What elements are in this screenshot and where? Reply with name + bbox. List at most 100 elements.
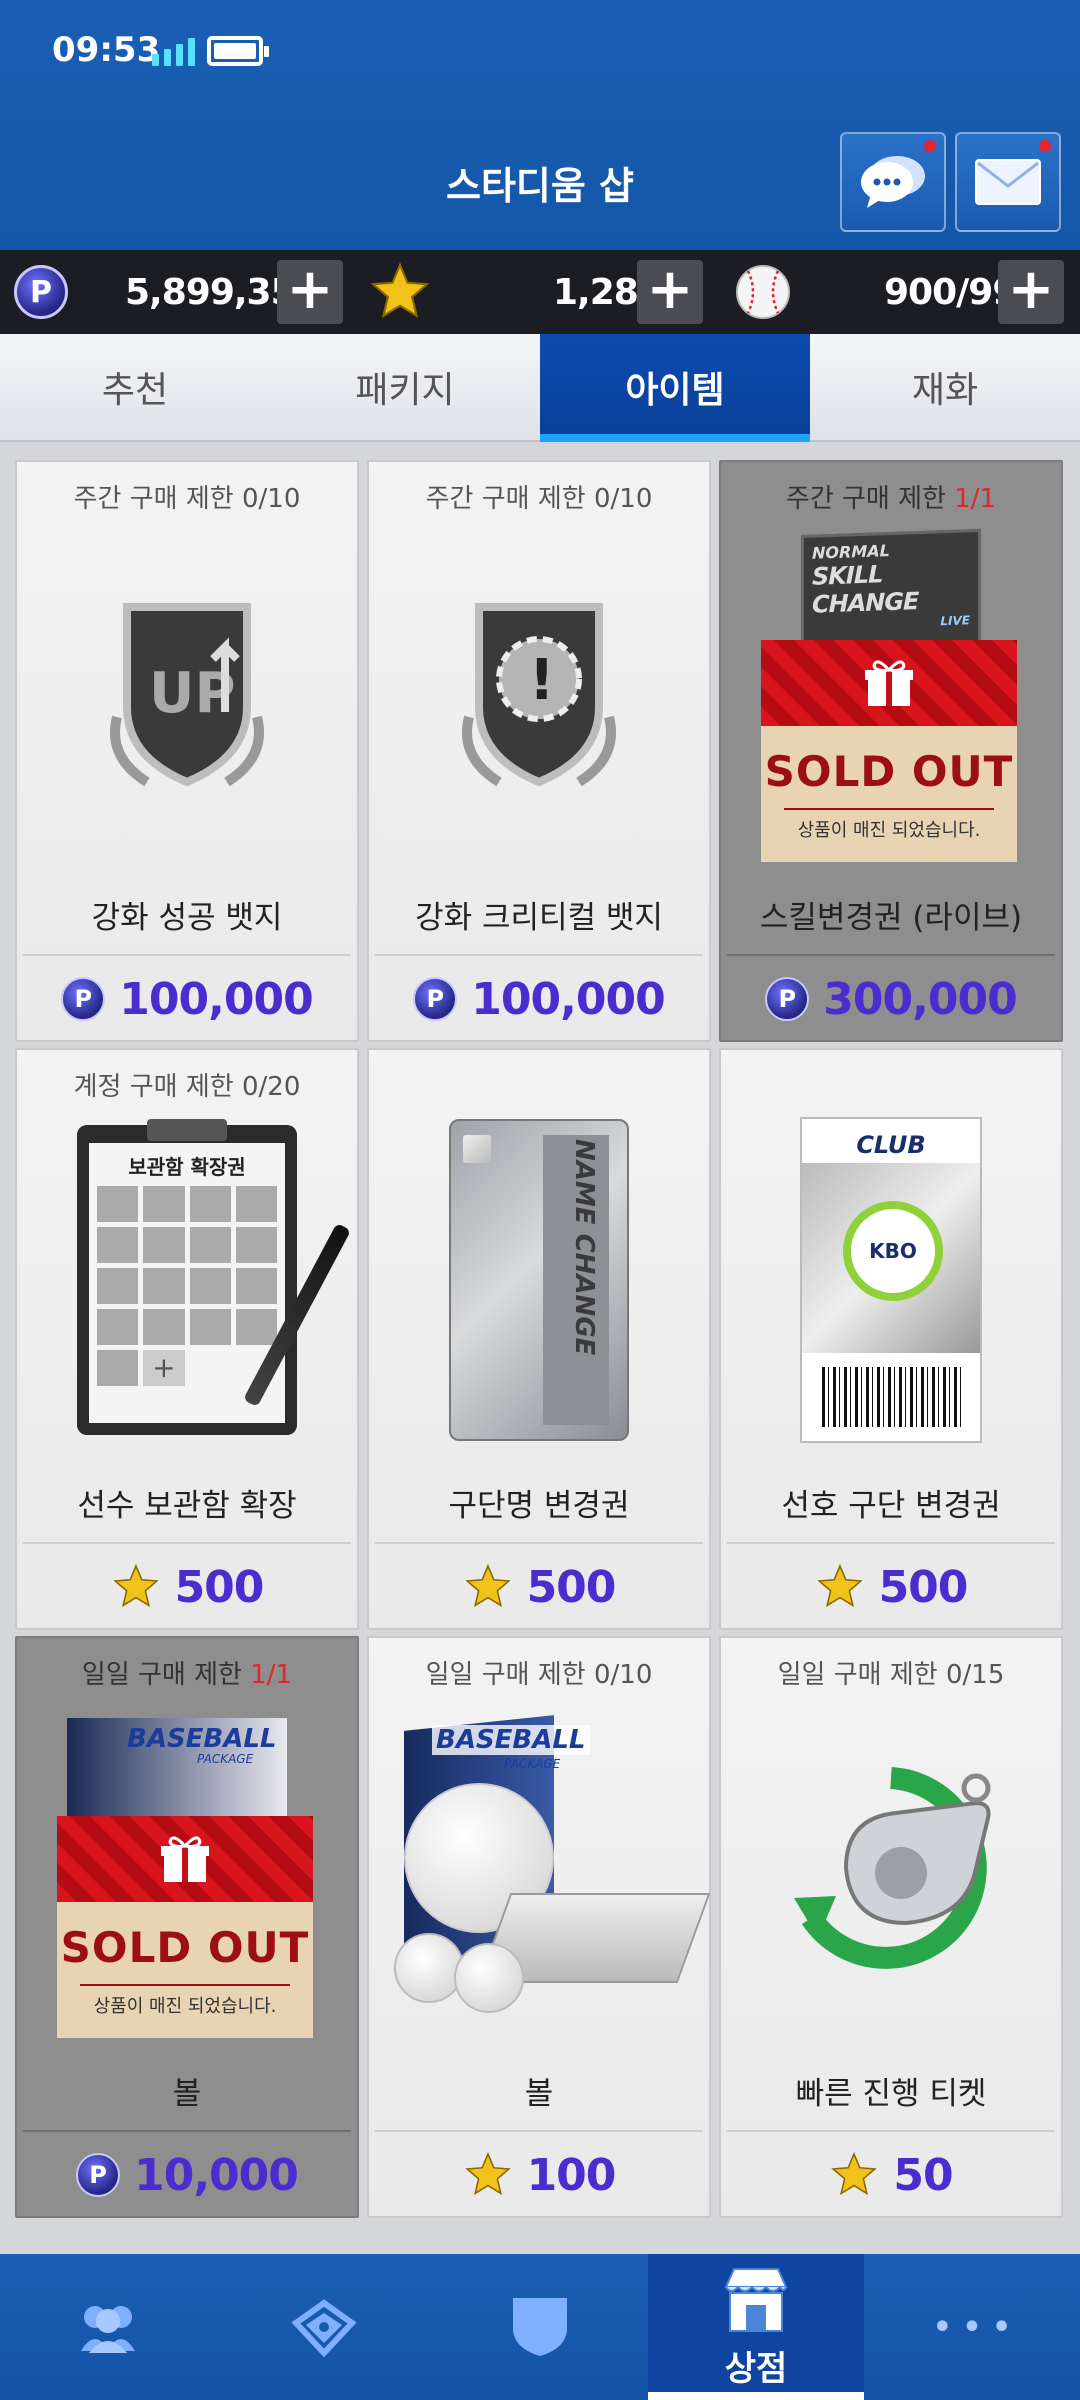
star-icon (370, 262, 430, 318)
item-name: 볼 (524, 2076, 554, 2112)
tab-package[interactable]: 패키지 (270, 334, 540, 440)
item-price: 500 (878, 1561, 969, 1613)
status-time: 09:53 (52, 30, 161, 70)
sold-out-title: SOLD OUT (60, 1922, 310, 1972)
stadium-icon (291, 2299, 357, 2357)
buy-button[interactable]: 500 (17, 1550, 357, 1624)
item-price: 100,000 (471, 973, 665, 1025)
purchase-limit: 주간 구매 제한 0/10 (73, 484, 301, 514)
item-image: BASEBALL PACKAGE (369, 1698, 711, 2038)
item-card-ball-points[interactable]: 일일 구매 제한 1/1 BASEBALL PACKAGE SOLD OUT 상… (15, 1636, 359, 2218)
shield-icon (513, 2298, 567, 2356)
buy-button[interactable]: P 100,000 (17, 962, 357, 1036)
star-icon (816, 1563, 863, 1608)
item-name: 선호 구단 변경권 (781, 1488, 1001, 1524)
more-icon: • • • (932, 2309, 1012, 2345)
item-card-club-change[interactable]: CLUB CHANGE KBO 선호 구단 변경권 500 (719, 1048, 1063, 1630)
nav-club[interactable] (432, 2254, 648, 2400)
notification-dot (924, 140, 936, 152)
top-bar: 09:53 스타디움 샵 (0, 0, 1080, 250)
shop-icon (724, 2267, 788, 2332)
svg-text:!: ! (529, 648, 555, 713)
gift-icon (865, 660, 913, 706)
sold-out-title: SOLD OUT (764, 746, 1014, 796)
item-name: 빠른 진행 티켓 (795, 2076, 987, 2112)
item-price: 500 (174, 1561, 265, 1613)
sold-out-subtitle: 상품이 매진 되었습니다. (80, 1983, 290, 2018)
tab-currency[interactable]: 재화 (810, 334, 1080, 440)
item-price: 10,000 (134, 2149, 299, 2201)
item-card-skill-change-live[interactable]: 주간 구매 제한 1/1 NORMAL SKILL CHANGE LIVE SO… (719, 460, 1063, 1042)
item-image: 보관함 확장권 + (17, 1110, 357, 1450)
item-image: NAME CHANGE (369, 1110, 709, 1450)
baseball-package-icon: BASEBALL PACKAGE (384, 1713, 711, 2023)
nav-shop[interactable]: 상점 (648, 2254, 864, 2400)
item-image: ! (369, 522, 709, 862)
notification-dot (1039, 140, 1051, 152)
item-card-locker-expansion[interactable]: 계정 구매 제한 0/20 보관함 확장권 + 선수 보관함 확장 500 (15, 1048, 359, 1630)
buy-button[interactable]: P 300,000 (721, 962, 1061, 1036)
nav-stadium[interactable] (216, 2254, 432, 2400)
add-balls-button[interactable]: + (998, 260, 1064, 324)
item-card-upgrade-success-badge[interactable]: 주간 구매 제한 0/10 UP 강화 성공 뱃지 P 100,000 (15, 460, 359, 1042)
p-coin-icon: P (765, 977, 810, 1021)
item-price: 100,000 (119, 973, 313, 1025)
star-icon (112, 1563, 159, 1608)
tab-item[interactable]: 아이템 (540, 334, 810, 442)
gift-icon (161, 1836, 209, 1882)
p-coin-icon: P (413, 977, 458, 1021)
mail-icon (975, 159, 1041, 205)
item-card-fast-progress-ticket[interactable]: 일일 구매 제한 0/15 빠른 진행 티켓 50 (719, 1636, 1063, 2218)
item-price: 300,000 (823, 973, 1017, 1025)
item-name: 스킬변경권 (라이브) (759, 900, 1023, 936)
item-card-team-name-change[interactable]: NAME CHANGE 구단명 변경권 500 (367, 1048, 711, 1630)
nav-more[interactable]: • • • (864, 2254, 1080, 2400)
tab-recommended[interactable]: 추천 (0, 334, 270, 440)
item-price: 100 (526, 2149, 617, 2201)
whistle-icon (794, 1767, 991, 1969)
buy-button[interactable]: P 100,000 (369, 962, 709, 1036)
buy-button[interactable]: 50 (721, 2138, 1061, 2212)
baseball-icon (736, 265, 790, 319)
up-badge-icon: UP (110, 603, 264, 787)
nav-shop-label: 상점 (724, 2348, 788, 2389)
purchase-limit: 일일 구매 제한 0/10 (425, 1660, 653, 1690)
star-icon (464, 1563, 511, 1608)
buy-button[interactable]: 100 (369, 2138, 709, 2212)
buy-button[interactable]: P 10,000 (17, 2138, 357, 2212)
item-card-ball-stars[interactable]: 일일 구매 제한 0/10 BASEBALL PACKAGE 볼 100 (367, 1636, 711, 2218)
p-coin-icon: P (14, 265, 68, 319)
item-price: 50 (893, 2149, 953, 2201)
item-image: UP (17, 522, 357, 862)
critical-badge-icon: ! (462, 603, 616, 787)
purchase-limit: 일일 구매 제한 0/15 (777, 1660, 1005, 1690)
item-name: 선수 보관함 확장 (77, 1488, 297, 1524)
sold-out-stamp: SOLD OUT 상품이 매진 되었습니다. (57, 1816, 313, 2038)
buy-button[interactable]: 500 (369, 1550, 709, 1624)
add-points-button[interactable]: + (277, 260, 343, 324)
item-price: 500 (526, 1561, 617, 1613)
nav-team[interactable] (0, 2254, 216, 2400)
club-change-card-icon: CLUB CHANGE KBO (800, 1117, 982, 1443)
signal-icon (152, 36, 195, 66)
item-name: 볼 (172, 2076, 202, 2112)
star-icon (831, 2151, 878, 2196)
category-tabs: 추천 패키지 아이템 재화 (0, 334, 1080, 442)
add-stars-button[interactable]: + (637, 260, 703, 324)
clipboard-icon: 보관함 확장권 + (77, 1119, 352, 1435)
mail-button[interactable] (955, 132, 1061, 232)
item-image (721, 1698, 1061, 2038)
buy-button[interactable]: 500 (721, 1550, 1061, 1624)
chat-button[interactable] (840, 132, 946, 232)
name-change-card-icon: NAME CHANGE (449, 1119, 629, 1441)
sold-out-stamp: SOLD OUT 상품이 매진 되었습니다. (761, 640, 1017, 862)
sold-out-subtitle: 상품이 매진 되었습니다. (784, 807, 994, 842)
item-name: 강화 성공 뱃지 (91, 900, 283, 936)
item-name: 강화 크리티컬 뱃지 (415, 900, 663, 936)
balls-value: 900/99 (884, 271, 1017, 313)
purchase-limit: 주간 구매 제한 1/1 (785, 484, 997, 514)
bottom-nav: 상점 • • • (0, 2254, 1080, 2400)
item-card-upgrade-critical-badge[interactable]: 주간 구매 제한 0/10 ! 강화 크리티컬 뱃지 P 100,000 (367, 460, 711, 1042)
purchase-limit: 계정 구매 제한 0/20 (73, 1072, 301, 1102)
purchase-limit: 일일 구매 제한 1/1 (81, 1660, 293, 1690)
